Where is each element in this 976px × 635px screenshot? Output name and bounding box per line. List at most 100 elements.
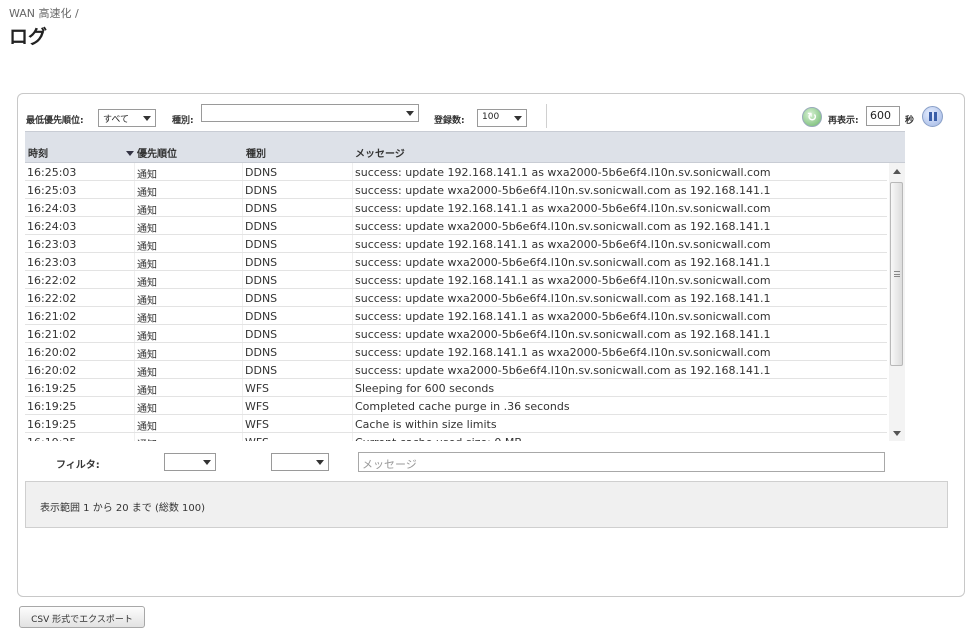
cell-priority: 通知 xyxy=(134,271,157,289)
table-row[interactable]: 16:20:02 通知 DDNS success: update wxa2000-5b… xyxy=(25,361,887,379)
seconds-label: 秒 xyxy=(905,116,915,126)
table-row[interactable]: 16:22:02 通知 DDNS success: update wxa2000-5b… xyxy=(25,289,887,307)
table-body: 16:25:03 通知 DDNS success: update 192.168.14… xyxy=(25,163,887,441)
cell-message: success: update 192.168.141.1 as wxa2000… xyxy=(352,307,771,324)
cell-time: 16:23:03 xyxy=(27,256,77,269)
export-csv-button[interactable]: CSV 形式でエクスポート xyxy=(19,606,145,628)
type-select[interactable] xyxy=(201,104,419,122)
status-bar: 表示範囲 1 から 20 まで (総数 100) xyxy=(25,481,948,528)
pause-icon[interactable] xyxy=(922,106,943,127)
chevron-down-icon xyxy=(143,116,151,121)
table-scrollbar[interactable] xyxy=(889,163,905,441)
filter-priority-select[interactable] xyxy=(164,453,216,471)
table-row[interactable]: 16:19:25 通知 WFS Cache is within size limits xyxy=(25,415,887,433)
refresh-icon[interactable]: ↻ xyxy=(802,107,822,127)
cell-time: 16:19:25 xyxy=(27,418,77,431)
cell-message: success: update wxa2000-5b6e6f4.l10n.sv.… xyxy=(352,325,771,342)
cell-type: DDNS xyxy=(242,271,277,288)
cell-message: Cache is within size limits xyxy=(352,415,497,432)
toolbar-divider xyxy=(546,104,547,128)
scroll-down-icon[interactable] xyxy=(893,431,901,436)
table-row[interactable]: 16:21:02 通知 DDNS success: update 192.168.14… xyxy=(25,307,887,325)
scrollbar-thumb[interactable] xyxy=(890,182,903,366)
cell-time: 16:21:02 xyxy=(27,328,77,341)
cell-time: 16:25:03 xyxy=(27,166,77,179)
cell-message: success: update 192.168.141.1 as wxa2000… xyxy=(352,235,771,252)
cell-time: 16:20:02 xyxy=(27,364,77,377)
cell-type: DDNS xyxy=(242,253,277,270)
cell-priority: 通知 xyxy=(134,181,157,199)
cell-type: WFS xyxy=(242,433,269,441)
count-select[interactable]: 100 xyxy=(477,109,527,127)
cell-time: 16:21:02 xyxy=(27,310,77,323)
cell-priority: 通知 xyxy=(134,163,157,181)
priority-select-value: すべて xyxy=(103,115,130,125)
grip-icon xyxy=(894,271,900,277)
sort-desc-icon xyxy=(126,151,134,156)
column-header-time[interactable]: 時刻 xyxy=(28,145,48,160)
cell-message: success: update wxa2000-5b6e6f4.l10n.sv.… xyxy=(352,361,771,378)
refresh-interval-input[interactable]: 600 xyxy=(866,106,900,126)
cell-type: DDNS xyxy=(242,325,277,342)
cell-message: success: update 192.168.141.1 as wxa2000… xyxy=(352,271,771,288)
cell-message: Completed cache purge in .36 seconds xyxy=(352,397,570,414)
log-table: 時刻 優先順位 種別 メッセージ 16:25:03 通知 DDNS success: … xyxy=(25,131,905,441)
cell-message: success: update 192.168.141.1 as wxa2000… xyxy=(352,343,771,360)
table-row[interactable]: 16:20:02 通知 DDNS success: update 192.168.14… xyxy=(25,343,887,361)
cell-time: 16:19:25 xyxy=(27,382,77,395)
table-row[interactable]: 16:24:03 通知 DDNS success: update 192.168.14… xyxy=(25,199,887,217)
filter-type-select[interactable] xyxy=(271,453,329,471)
column-header-type[interactable]: 種別 xyxy=(246,145,266,160)
table-header: 時刻 優先順位 種別 メッセージ xyxy=(25,131,905,163)
cell-time: 16:22:02 xyxy=(27,292,77,305)
cell-type: WFS xyxy=(242,415,269,432)
cell-time: 16:19:25 xyxy=(27,400,77,413)
count-select-value: 100 xyxy=(482,112,500,122)
cell-message: success: update 192.168.141.1 as wxa2000… xyxy=(352,163,771,180)
table-row[interactable]: 16:19:25 通知 WFS Current cache used size: 0 … xyxy=(25,433,887,441)
cell-type: DDNS xyxy=(242,163,277,180)
cell-priority: 通知 xyxy=(134,379,157,397)
status-text: 表示範囲 1 から 20 まで (総数 100) xyxy=(40,503,206,514)
count-label: 登録数: xyxy=(434,116,465,126)
cell-type: DDNS xyxy=(242,289,277,306)
cell-type: WFS xyxy=(242,379,269,396)
table-row[interactable]: 16:19:25 通知 WFS Sleeping for 600 seconds xyxy=(25,379,887,397)
chevron-down-icon xyxy=(406,111,414,116)
table-row[interactable]: 16:25:03 通知 DDNS success: update wxa2000-5b… xyxy=(25,181,887,199)
column-header-priority-label: 優先順位 xyxy=(137,149,177,160)
cell-type: DDNS xyxy=(242,307,277,324)
breadcrumb[interactable]: WAN 高速化 / xyxy=(9,5,79,21)
cell-priority: 通知 xyxy=(134,253,157,271)
column-header-message[interactable]: メッセージ xyxy=(355,145,405,160)
column-header-priority[interactable]: 優先順位 xyxy=(126,145,177,160)
cell-priority: 通知 xyxy=(134,361,157,379)
cell-message: success: update wxa2000-5b6e6f4.l10n.sv.… xyxy=(352,253,771,270)
cell-message: success: update wxa2000-5b6e6f4.l10n.sv.… xyxy=(352,289,771,306)
priority-select[interactable]: すべて xyxy=(98,109,156,127)
cell-time: 16:24:03 xyxy=(27,220,77,233)
log-toolbar: 最低優先順位: すべて 種別: 登録数: 100 ↻ 再表示: 600 秒 xyxy=(26,104,946,130)
cell-priority: 通知 xyxy=(134,307,157,325)
scroll-up-icon[interactable] xyxy=(893,169,901,174)
cell-type: DDNS xyxy=(242,343,277,360)
cell-type: DDNS xyxy=(242,217,277,234)
chevron-down-icon xyxy=(203,460,211,465)
cell-priority: 通知 xyxy=(134,325,157,343)
filter-message-input[interactable]: メッセージ xyxy=(358,452,885,472)
cell-priority: 通知 xyxy=(134,415,157,433)
cell-priority: 通知 xyxy=(134,343,157,361)
cell-type: DDNS xyxy=(242,235,277,252)
table-row[interactable]: 16:24:03 通知 DDNS success: update wxa2000-5b… xyxy=(25,217,887,235)
table-row[interactable]: 16:19:25 通知 WFS Completed cache purge in .3… xyxy=(25,397,887,415)
table-row[interactable]: 16:25:03 通知 DDNS success: update 192.168.14… xyxy=(25,163,887,181)
table-row[interactable]: 16:21:02 通知 DDNS success: update wxa2000-5b… xyxy=(25,325,887,343)
cell-time: 16:19:25 xyxy=(27,436,76,441)
cell-priority: 通知 xyxy=(134,397,157,415)
table-row[interactable]: 16:22:02 通知 DDNS success: update 192.168.14… xyxy=(25,271,887,289)
table-row[interactable]: 16:23:03 通知 DDNS success: update wxa2000-5b… xyxy=(25,253,887,271)
table-row[interactable]: 16:23:03 通知 DDNS success: update 192.168.14… xyxy=(25,235,887,253)
cell-type: DDNS xyxy=(242,181,277,198)
cell-time: 16:24:03 xyxy=(27,202,77,215)
cell-priority: 通知 xyxy=(134,433,157,441)
